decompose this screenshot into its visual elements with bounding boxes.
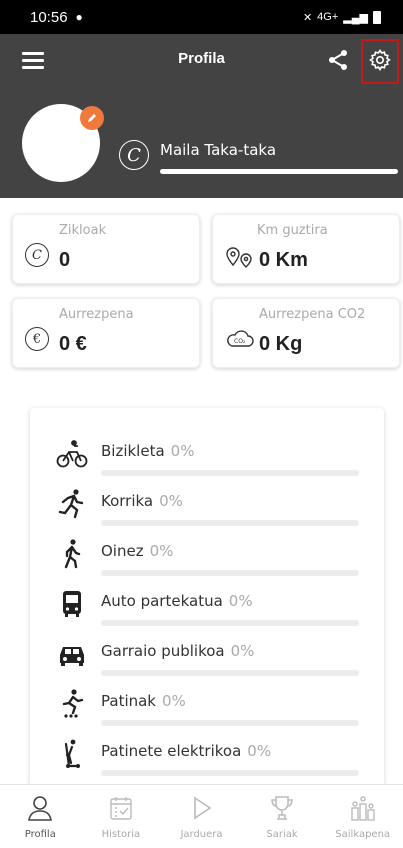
calendar-icon: [106, 793, 136, 823]
chat-notification-icon: ●: [75, 10, 83, 24]
activity-progress-bar: [101, 570, 359, 576]
bicycle-icon: [56, 438, 88, 470]
nav-item-profila[interactable]: Profila: [0, 785, 81, 848]
stat-card-cycles: Zikloak C 0: [12, 214, 200, 284]
status-time: 10:56: [30, 8, 68, 26]
skates-icon: [56, 688, 88, 720]
nav-item-sariak[interactable]: Sariak: [242, 785, 323, 848]
activity-progress-bar: [101, 720, 359, 726]
nav-item-sailkapena[interactable]: Sailkapena: [322, 785, 403, 848]
nav-item-historia[interactable]: Historia: [81, 785, 162, 848]
activity-name: Oinez: [101, 542, 144, 560]
edit-avatar-button[interactable]: [80, 106, 104, 130]
ranking-icon: [348, 793, 378, 823]
map-pins-icon: [225, 243, 253, 271]
activity-progress-bar: [101, 770, 359, 776]
stat-value: 0 Kg: [259, 333, 303, 355]
settings-button[interactable]: [361, 39, 399, 84]
play-icon: [186, 793, 216, 823]
stat-value: 0: [59, 249, 71, 271]
profile-header: Profila C Maila Taka-taka: [0, 34, 403, 198]
running-icon: [56, 488, 88, 520]
activity-breakdown-card: Bizikleta 0% Korrika 0% Oinez 0% Auto pa…: [30, 408, 384, 788]
nav-label: Historia: [101, 829, 141, 840]
activity-name: Patinak: [101, 692, 156, 710]
stat-label: Km guztira: [257, 223, 328, 238]
activity-progress-bar: [101, 670, 359, 676]
trophy-icon: [267, 793, 297, 823]
stat-card-co2: Aurrezpena CO2 CO₂ 0 Kg: [212, 298, 400, 368]
bottom-navigation: Profila Historia Jarduera Sariak Sailkap…: [0, 784, 403, 848]
gear-icon: [368, 48, 392, 76]
activity-progress-bar: [101, 470, 359, 476]
list-item: Garraio publikoa 0%: [30, 632, 384, 682]
stat-card-km: Km guztira 0 Km: [212, 214, 400, 284]
scooter-icon: [56, 738, 88, 770]
level-label: Maila Taka-taka: [160, 141, 277, 159]
walking-icon: [56, 538, 88, 570]
activity-progress-bar: [101, 620, 359, 626]
stat-label: Aurrezpena: [59, 307, 134, 322]
activity-percent: 0%: [162, 692, 186, 710]
nav-label: Profila: [24, 829, 56, 840]
stat-value: 0 €: [59, 333, 87, 355]
network-type: 4G+: [317, 11, 339, 23]
co2-cloud-icon: CO₂: [225, 327, 254, 355]
signal-icon: ▂▄▆: [343, 11, 368, 24]
person-icon: [25, 793, 55, 823]
share-icon[interactable]: [326, 48, 350, 72]
svg-text:CO₂: CO₂: [234, 338, 246, 345]
list-item: Patinak 0%: [30, 682, 384, 732]
stat-label: Aurrezpena CO2: [259, 307, 366, 322]
activity-percent: 0%: [228, 592, 253, 610]
activity-percent: 0%: [247, 742, 272, 760]
activity-name: Korrika: [101, 492, 154, 510]
nav-label: Sailkapena: [335, 829, 391, 840]
nav-item-jarduera[interactable]: Jarduera: [161, 785, 242, 848]
list-item: Oinez 0%: [30, 532, 384, 582]
activity-percent: 0%: [149, 542, 174, 560]
status-bar: 10:56 ● ✕ 4G+ ▂▄▆: [0, 0, 403, 34]
activity-name: Auto partekatua: [101, 592, 223, 610]
list-item: Korrika 0%: [30, 482, 384, 532]
activity-progress-bar: [101, 520, 359, 526]
list-item: Auto partekatua 0%: [30, 582, 384, 632]
activity-percent: 0%: [159, 492, 183, 510]
activity-percent: 0%: [170, 442, 195, 460]
level-icon: C: [119, 140, 149, 170]
stat-value: 0 Km: [259, 249, 308, 271]
activity-name: Patinete elektrikoa: [101, 742, 242, 760]
level-progress-bar: [160, 169, 398, 174]
list-item: Bizikleta 0%: [30, 432, 384, 482]
cycle-coin-icon: C: [25, 243, 53, 271]
activity-name: Garraio publikoa: [101, 642, 225, 660]
euro-icon: €: [25, 327, 53, 355]
pencil-icon: [86, 109, 98, 128]
stat-label: Zikloak: [59, 223, 107, 238]
list-item: Patinete elektrikoa 0%: [30, 732, 384, 782]
car-icon: [56, 638, 88, 670]
activity-percent: 0%: [230, 642, 255, 660]
stat-card-savings: Aurrezpena € 0 €: [12, 298, 200, 368]
battery-icon: [373, 10, 381, 24]
activity-name: Bizikleta: [101, 442, 165, 460]
nav-label: Sariak: [266, 829, 298, 840]
mute-icon: ✕: [302, 11, 313, 24]
bus-icon: [56, 588, 88, 620]
nav-label: Jarduera: [180, 829, 223, 840]
